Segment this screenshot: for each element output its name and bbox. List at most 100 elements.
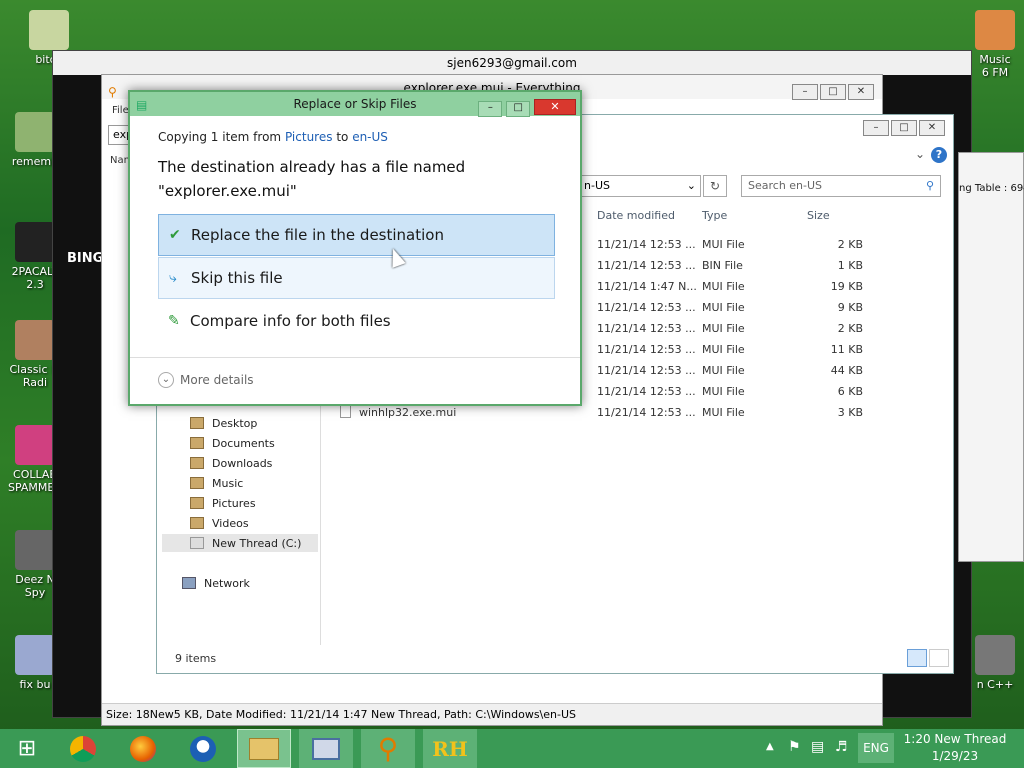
shortcut-icon <box>15 112 55 152</box>
shortcut-icon <box>29 10 69 50</box>
taskbar-everything-button[interactable]: ⚲ <box>361 729 415 768</box>
dialog-titlebar[interactable]: ▤ Replace or Skip Files – □ ✕ <box>130 92 580 117</box>
file-size: 6 KB <box>837 385 863 398</box>
file-date: 11/21/14 12:53 ... <box>597 322 696 335</box>
nav-tree-item[interactable]: Downloads <box>190 454 272 472</box>
file-name: winhlp32.exe.mui <box>359 406 457 419</box>
nav-tree-item[interactable]: Desktop <box>190 414 257 432</box>
file-date: 11/21/14 12:53 ... <box>597 343 696 356</box>
file-size: 9 KB <box>837 301 863 314</box>
taskbar-explorer-button[interactable] <box>237 729 291 768</box>
search-app-icon: ⚲ <box>108 85 117 99</box>
skip-arrow-icon: ⤷ <box>169 270 177 286</box>
taskbar-obama-button[interactable] <box>176 729 230 768</box>
more-details-label: More details <box>180 373 254 387</box>
nav-tree-label: Downloads <box>212 456 273 470</box>
checkmark-icon: ✔ <box>169 227 181 243</box>
explorer-minimize-button[interactable]: – <box>863 120 889 136</box>
file-date: 11/21/14 12:53 ... <box>597 364 696 377</box>
file-date: 11/21/14 12:53 ... <box>597 259 696 272</box>
network-folder-icon <box>182 577 196 589</box>
clock-date: 1/29/23 <box>931 749 979 763</box>
taskbar-remote-button[interactable] <box>299 729 353 768</box>
start-button[interactable]: ⊞ <box>0 729 54 768</box>
dialog-maximize-button[interactable]: □ <box>506 101 531 117</box>
to-word: to <box>336 130 349 144</box>
nav-tree-label: New Thread (C:) <box>212 536 302 550</box>
explorer-search-input[interactable]: Search en-US ⚲ <box>741 175 941 197</box>
taskbar-rh-button[interactable]: RH <box>423 729 477 768</box>
copying-line: Copying 1 item from Pictures to en-US <box>158 130 388 144</box>
nav-tree-item[interactable]: Documents <box>190 434 275 452</box>
tray-overflow-icon[interactable]: ▲ <box>766 741 774 752</box>
volume-icon[interactable]: ♬ <box>835 739 848 755</box>
dialog-close-button[interactable]: ✕ <box>534 99 576 115</box>
chevron-down-icon[interactable]: ⌄ <box>915 147 925 161</box>
address-text: n-US <box>584 179 610 192</box>
status-item-count: 9 items <box>175 652 217 665</box>
taskbar-chrome-button[interactable] <box>56 729 110 768</box>
nav-tree-label: Documents <box>212 436 275 450</box>
drive-icon <box>190 537 204 549</box>
compare-option-button[interactable]: ✎ Compare info for both files <box>158 300 555 342</box>
file-size: 3 KB <box>837 406 863 419</box>
file-type: MUI File <box>702 406 745 419</box>
remote-window-titlebar[interactable]: sjen6293@gmail.com <box>53 51 971 75</box>
more-details-button[interactable]: ⌄ More details <box>158 372 254 388</box>
nav-tree-item[interactable]: Videos <box>190 514 249 532</box>
help-icon[interactable]: ? <box>931 147 947 163</box>
column-header-size[interactable]: Size <box>807 209 830 222</box>
shortcut-icon <box>15 635 55 675</box>
rh-label: RH <box>432 736 468 761</box>
file-date: 11/21/14 12:53 ... <box>597 406 696 419</box>
dialog-minimize-button[interactable]: – <box>478 101 503 117</box>
folder-icon <box>190 517 204 529</box>
folder-icon <box>190 457 204 469</box>
column-header-type[interactable]: Type <box>702 209 727 222</box>
details-view-button[interactable] <box>907 649 927 667</box>
destination-link[interactable]: en-US <box>352 130 388 144</box>
file-size: 2 KB <box>837 238 863 251</box>
nav-tree-item[interactable]: Network <box>182 574 250 592</box>
file-size: 19 KB <box>830 280 863 293</box>
clock-time: 1:20 New Thread <box>903 732 1007 746</box>
skip-option-button[interactable]: ⤷ Skip this file <box>158 257 555 299</box>
address-bar[interactable]: n-US ⌄ <box>581 175 701 197</box>
explorer-maximize-button[interactable]: □ <box>891 120 917 136</box>
nav-tree-item[interactable]: Music <box>190 474 243 492</box>
dialog-divider <box>130 357 580 358</box>
minimize-button[interactable]: – <box>792 84 818 100</box>
everything-menu-file[interactable]: File <box>112 105 129 116</box>
address-dropdown-icon[interactable]: ⌄ <box>687 176 696 196</box>
close-button[interactable]: ✕ <box>848 84 874 100</box>
nav-tree-item[interactable]: Pictures <box>190 494 256 512</box>
everything-status-text: Size: 18New5 KB, Date Modified: 11/21/14… <box>106 708 577 721</box>
file-type: MUI File <box>702 385 745 398</box>
remote-sidebar-text: BING <box>67 251 104 266</box>
shortcut-icon <box>975 10 1015 50</box>
copying-prefix: Copying 1 item from <box>158 130 282 144</box>
taskbar-firefox-button[interactable] <box>116 729 170 768</box>
source-link[interactable]: Pictures <box>285 130 333 144</box>
flag-icon[interactable]: ⚑ <box>788 739 801 755</box>
language-indicator[interactable]: ENG <box>858 733 894 763</box>
nav-tree-label: Network <box>204 576 250 590</box>
shortcut-icon <box>15 530 55 570</box>
clock[interactable]: 1:20 New Thread 1/29/23 <box>900 732 1010 763</box>
file-type: MUI File <box>702 238 745 251</box>
explorer-close-button[interactable]: ✕ <box>919 120 945 136</box>
shortcut-icon <box>975 635 1015 675</box>
maximize-button[interactable]: □ <box>820 84 846 100</box>
remote-desktop-icon <box>312 737 340 760</box>
dialog-heading-2: "explorer.exe.mui" <box>158 182 297 200</box>
compare-option-label: Compare info for both files <box>190 312 391 330</box>
column-header-date[interactable]: Date modified <box>597 209 675 222</box>
refresh-button[interactable]: ↻ <box>703 175 727 197</box>
replace-option-button[interactable]: ✔ Replace the file in the destination <box>158 214 555 256</box>
nav-tree-item[interactable]: New Thread (C:) <box>162 534 318 552</box>
network-icon[interactable]: ▤ <box>811 739 824 755</box>
remote-window-title: sjen6293@gmail.com <box>447 56 577 70</box>
large-icons-view-button[interactable] <box>929 649 949 667</box>
file-size: 11 KB <box>830 343 863 356</box>
search-icon[interactable]: ⚲ <box>926 176 934 196</box>
